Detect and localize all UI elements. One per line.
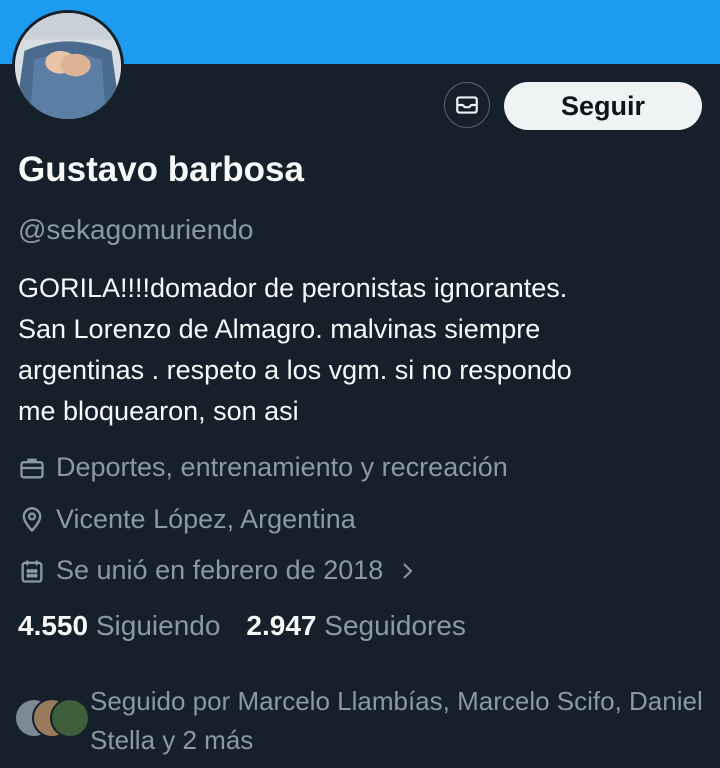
- meta-location: Vicente López, Argentina: [18, 504, 356, 535]
- profile-bio: GORILA!!!!domador de peronistas ignorant…: [18, 273, 572, 426]
- followed-by-avatars[interactable]: [14, 698, 90, 738]
- followers-count: 2.947: [246, 610, 317, 641]
- meta-category: Deportes, entrenamiento y recreación: [18, 452, 508, 483]
- follow-stats: 4.550 Siguiendo 2.947 Seguidores: [18, 610, 466, 642]
- followers-label: Seguidores: [324, 610, 466, 641]
- following-count: 4.550: [18, 610, 89, 641]
- category-text: Deportes, entrenamiento y recreación: [56, 452, 508, 482]
- following-label: Siguiendo: [95, 610, 221, 641]
- envelope-icon: [456, 96, 478, 114]
- followed-by-text[interactable]: Seguido por Marcelo Llambías, Marcelo Sc…: [90, 682, 710, 760]
- following-stat[interactable]: 4.550 Siguiendo: [18, 610, 220, 642]
- message-button[interactable]: [444, 82, 490, 128]
- avatar: [50, 698, 90, 738]
- profile-avatar[interactable]: [12, 10, 124, 122]
- followers-stat[interactable]: 2.947 Seguidores: [246, 610, 466, 642]
- profile-name: Gustavo barbosa: [18, 150, 304, 189]
- meta-joined[interactable]: Se unió en febrero de 2018: [18, 555, 429, 586]
- briefcase-icon: [20, 458, 44, 478]
- chevron-right-icon[interactable]: [395, 559, 419, 583]
- follow-button[interactable]: Seguir: [504, 82, 702, 130]
- profile-handle: @sekagomuriendo: [18, 214, 254, 245]
- location-text: Vicente López, Argentina: [56, 504, 356, 534]
- calendar-icon: [21, 560, 43, 583]
- location-pin-icon: [22, 506, 42, 532]
- joined-text: Se unió en febrero de 2018: [56, 555, 384, 585]
